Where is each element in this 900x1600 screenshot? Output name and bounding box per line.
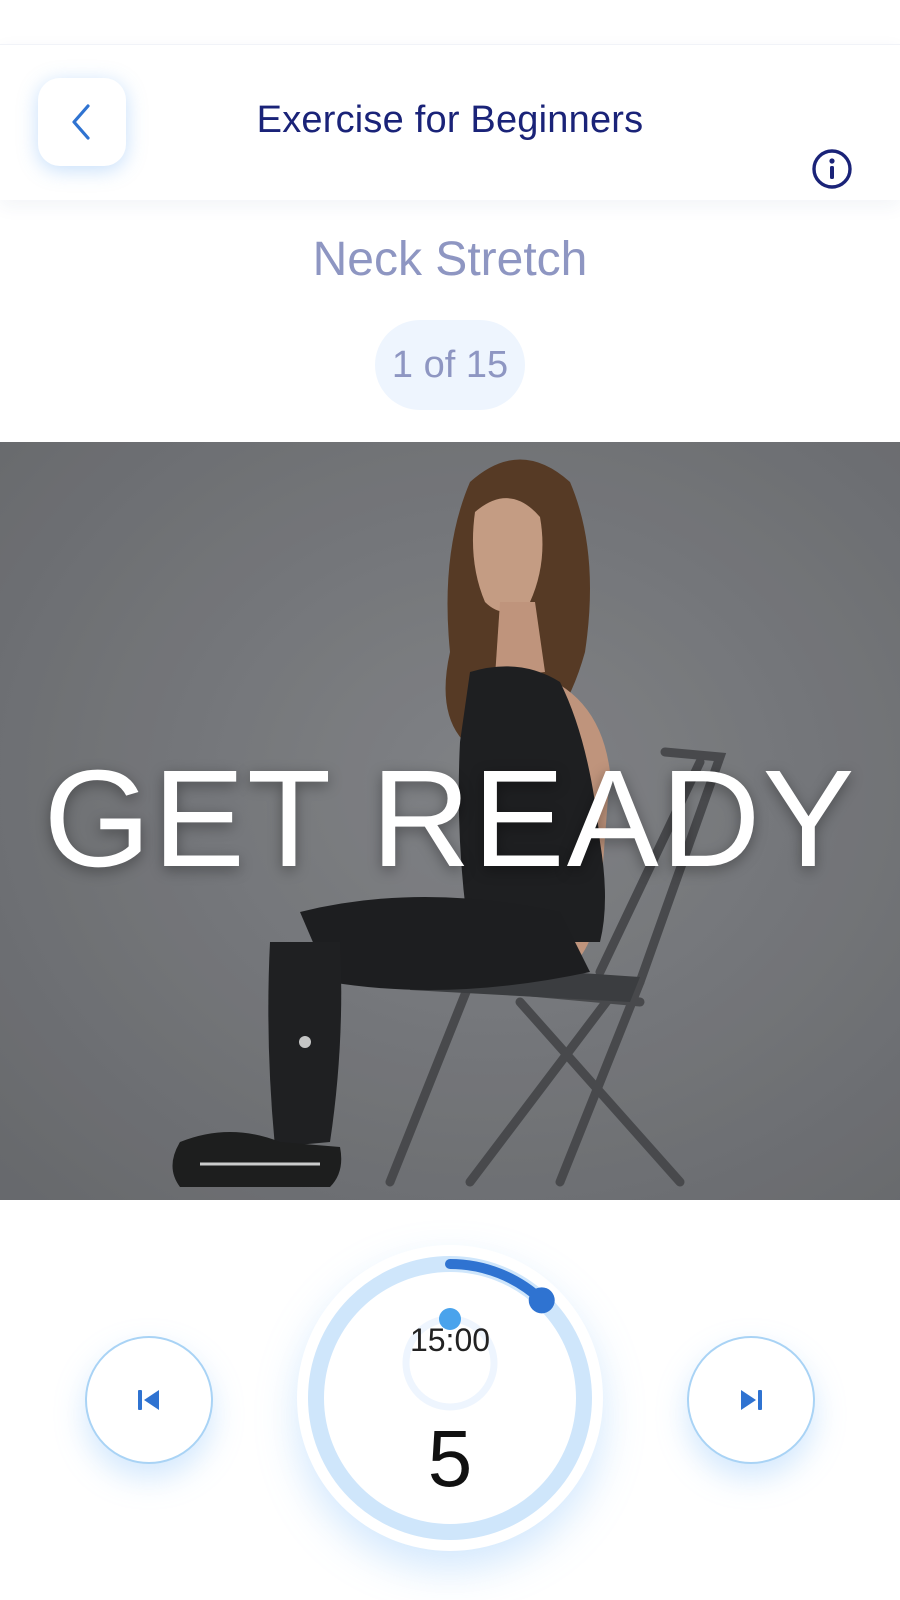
skip-next-icon bbox=[741, 1390, 762, 1410]
timer-total-duration: 15:00 bbox=[409, 1322, 491, 1358]
countdown-timer: 15:00 5 bbox=[297, 1245, 603, 1551]
top-app-bar: Exercise for Beginners bbox=[0, 44, 900, 200]
get-ready-label: GET READY bbox=[43, 742, 857, 896]
exercise-step-badge: 1 of 15 bbox=[375, 320, 525, 410]
next-exercise-button[interactable] bbox=[687, 1336, 815, 1464]
status-bar bbox=[0, 0, 900, 44]
player-controls: 15:00 5 bbox=[0, 1200, 900, 1600]
previous-exercise-button[interactable] bbox=[85, 1336, 213, 1464]
page-title: Exercise for Beginners bbox=[256, 99, 644, 141]
step-label: 1 of 15 bbox=[391, 343, 509, 386]
info-icon[interactable] bbox=[810, 147, 854, 191]
exercise-name: Neck Stretch bbox=[312, 233, 588, 286]
back-button[interactable] bbox=[38, 78, 126, 166]
timer-progress-knob bbox=[528, 1287, 555, 1314]
skip-previous-icon bbox=[138, 1390, 159, 1410]
chevron-left-icon bbox=[72, 104, 90, 140]
timer-ring bbox=[308, 1256, 592, 1540]
countdown-value: 5 bbox=[427, 1414, 473, 1503]
